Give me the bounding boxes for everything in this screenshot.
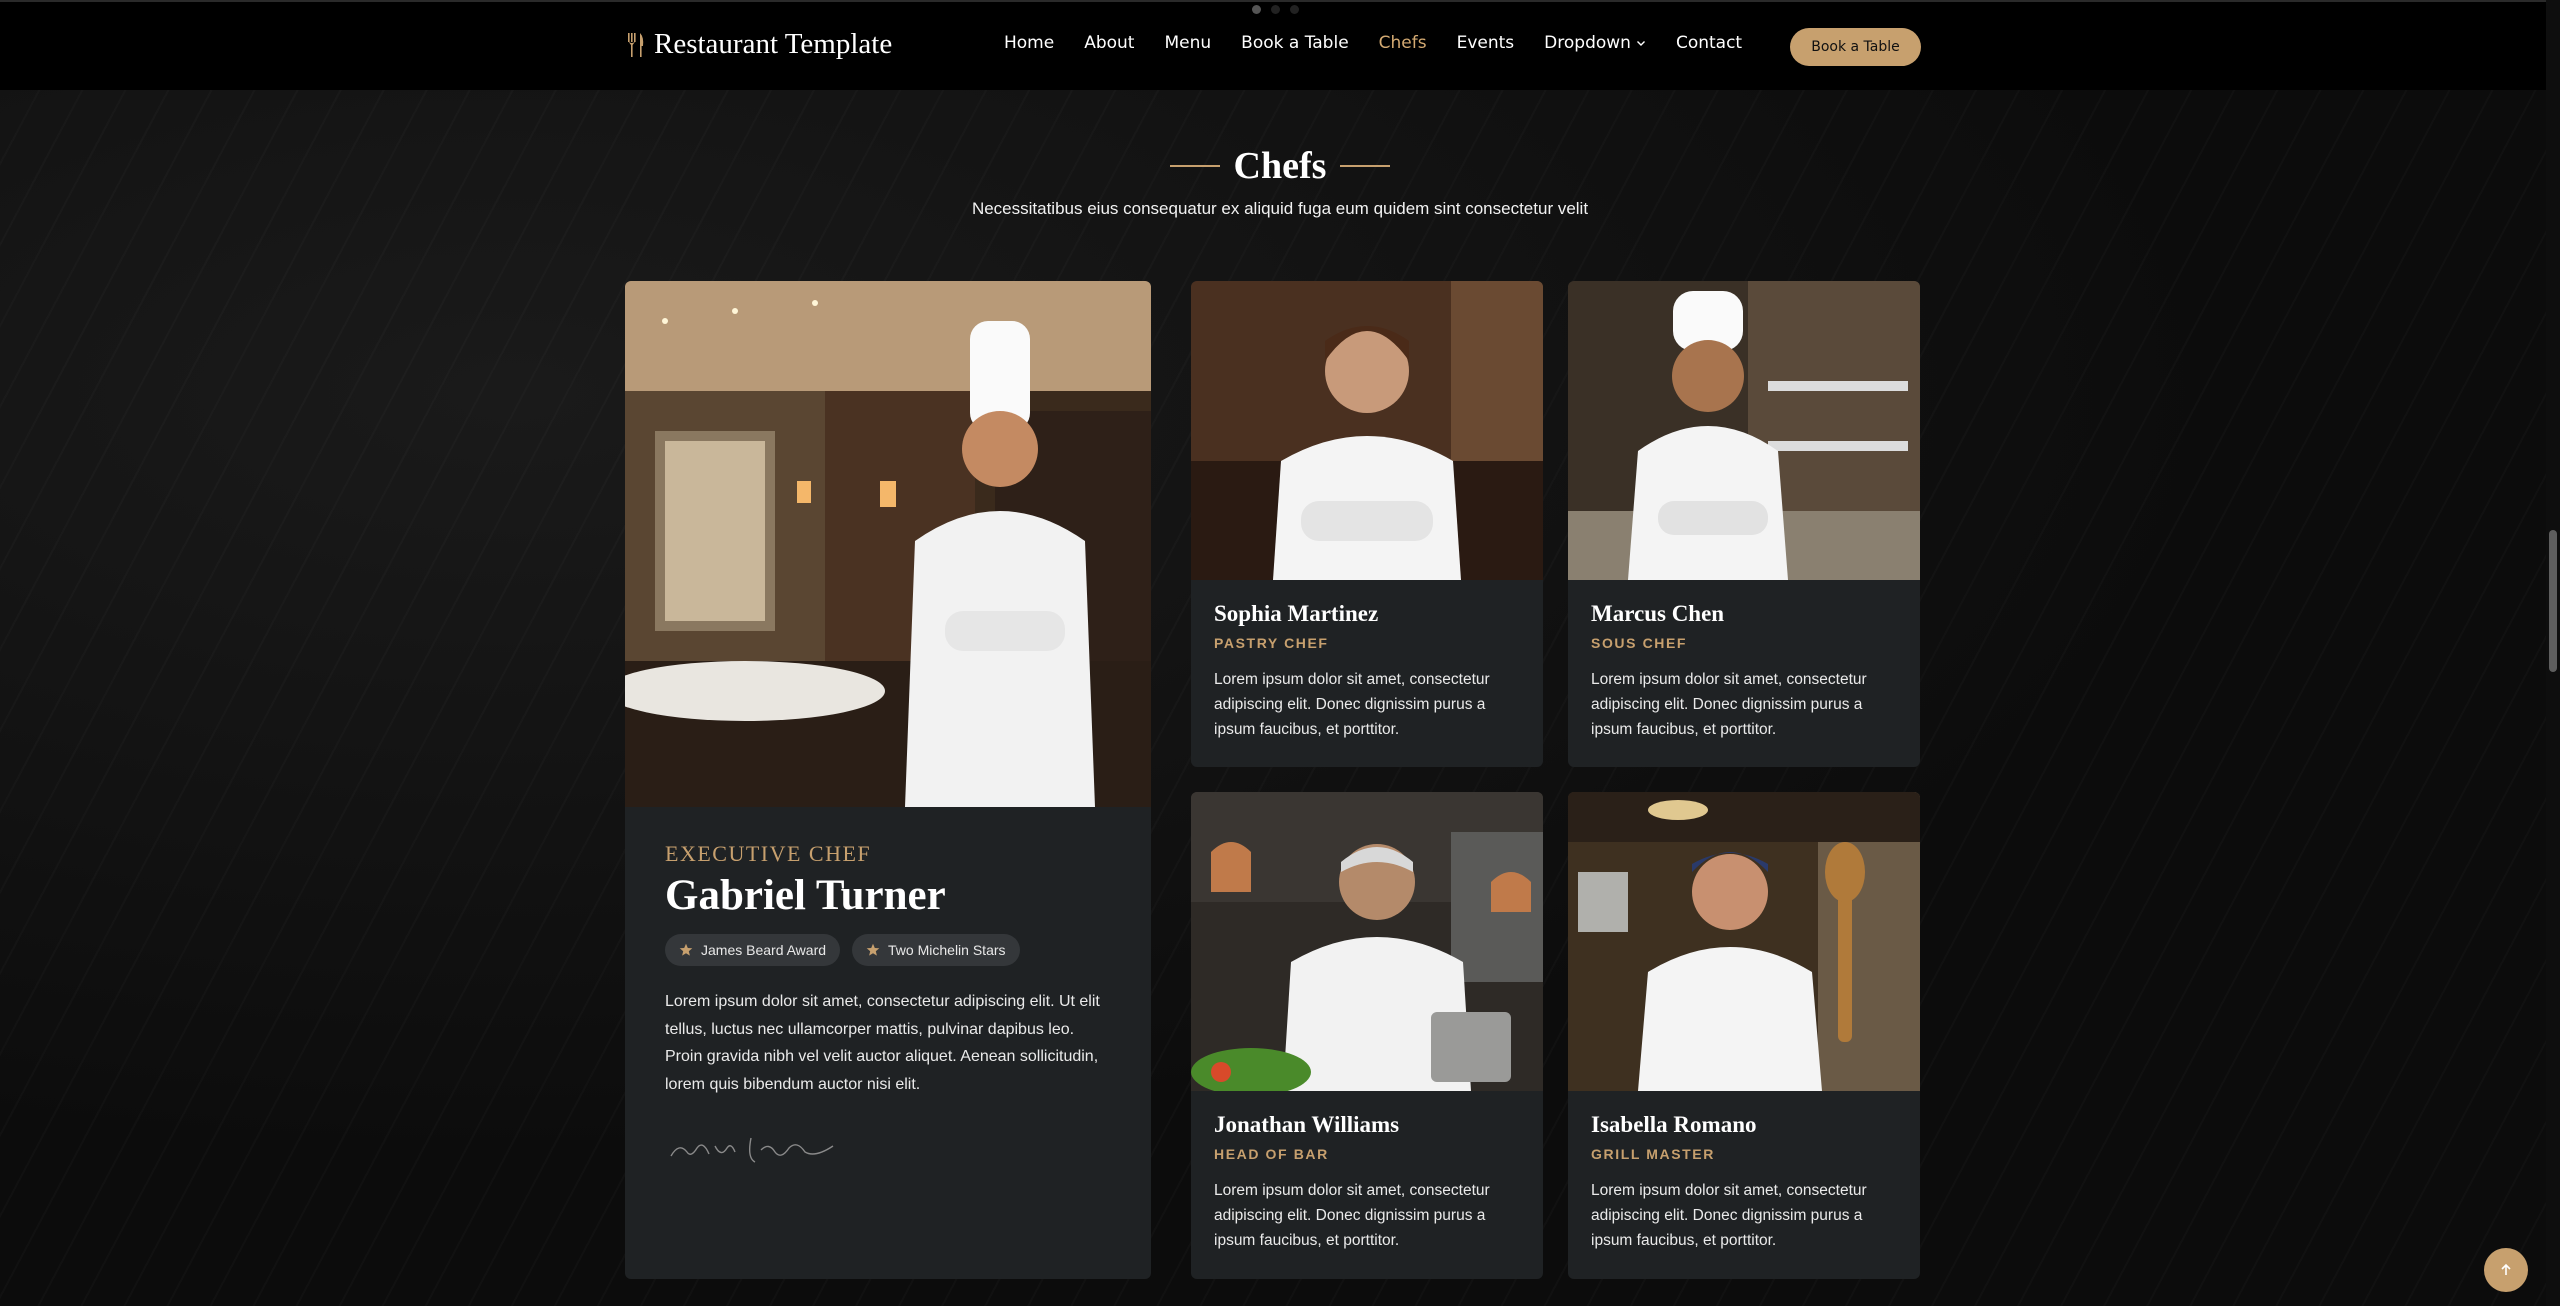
chef-role: PASTRY CHEF [1214,635,1329,651]
star-icon [866,943,880,956]
scrollbar-thumb[interactable] [2549,530,2557,672]
carousel-dot[interactable] [1290,5,1299,14]
star-icon [679,943,693,956]
chef-name: Jonathan Williams [1214,1112,1400,1137]
award-badge-label: Two Michelin Stars [888,942,1006,958]
award-badge: Two Michelin Stars [852,934,1020,966]
main-nav: Home About Menu Book a Table Chefs Event… [1004,33,1772,53]
chef-info: Isabella Romano GRILL MASTER Lorem ipsum… [1591,1112,1900,1253]
chef-card: Sophia Martinez PASTRY CHEF Lorem ipsum … [1191,281,1543,767]
carousel-dot[interactable] [1271,5,1280,14]
chef-info: Sophia Martinez PASTRY CHEF Lorem ipsum … [1214,601,1523,742]
chef-photo [1568,792,1920,1091]
chef-name: Sophia Martinez [1214,601,1379,626]
executive-chef-name: Gabriel Turner [665,872,946,919]
chef-name: Marcus Chen [1591,601,1725,626]
award-badge-label: James Beard Award [701,942,827,958]
nav-chefs[interactable]: Chefs [1379,33,1427,53]
nav-contact[interactable]: Contact [1676,33,1742,53]
award-badges: James Beard Award Two Michelin Stars [665,934,1111,966]
executive-chef-card: EXECUTIVE CHEF Gabriel Turner James Bear… [625,281,1151,1279]
back-to-top-button[interactable] [2484,1248,2528,1292]
chef-description: Lorem ipsum dolor sit amet, consectetur … [1591,1182,1867,1249]
heading-rule-right [1340,165,1391,167]
chef-description: Lorem ipsum dolor sit amet, consectetur … [1214,671,1490,738]
executive-chef-info: EXECUTIVE CHEF Gabriel Turner James Bear… [665,841,1111,1173]
carousel-dot[interactable] [1252,5,1261,14]
award-badge: James Beard Award [665,934,841,966]
section-title: Chefs [1233,145,1327,187]
executive-chef-description: Lorem ipsum dolor sit amet, consectetur … [665,993,1100,1093]
section-subtitle: Necessitatibus eius consequatur ex aliqu… [971,199,1589,218]
chef-card: Jonathan Williams HEAD OF BAR Lorem ipsu… [1191,792,1543,1279]
brand-name: Restaurant Template [654,28,893,60]
arrow-up-icon [2501,1263,2511,1275]
section-heading: Chefs [0,144,2560,188]
nav-home[interactable]: Home [1004,33,1054,53]
nav-about[interactable]: About [1084,33,1134,53]
chef-role: HEAD OF BAR [1214,1146,1329,1162]
chef-role: SOUS CHEF [1591,635,1688,651]
nav-book-a-table[interactable]: Book a Table [1241,33,1349,53]
chef-info: Marcus Chen SOUS CHEF Lorem ipsum dolor … [1591,601,1900,742]
executive-chef-role: EXECUTIVE CHEF [665,841,872,866]
signature-image [670,1137,834,1163]
chef-role: GRILL MASTER [1591,1146,1715,1162]
book-table-button[interactable]: Book a Table [1790,28,1921,66]
nav-dropdown[interactable]: Dropdown [1544,33,1646,53]
chef-photo [1191,792,1543,1091]
brand-logo[interactable]: Restaurant Template [626,28,892,61]
fork-knife-icon [628,32,644,57]
carousel-dots [1252,5,1299,14]
page-scrollbar[interactable] [2546,0,2560,1306]
nav-menu[interactable]: Menu [1164,33,1211,53]
heading-rule-left [1169,165,1220,167]
site-header: Restaurant Template Home About Menu Book… [0,2,2560,90]
chef-photo [1191,281,1543,580]
chef-photo [1568,281,1920,580]
nav-events[interactable]: Events [1457,33,1515,53]
chef-info: Jonathan Williams HEAD OF BAR Lorem ipsu… [1214,1112,1523,1253]
nav-dropdown-label: Dropdown [1544,33,1631,53]
chef-card: Marcus Chen SOUS CHEF Lorem ipsum dolor … [1568,281,1920,767]
chef-name: Isabella Romano [1591,1112,1757,1137]
chef-card: Isabella Romano GRILL MASTER Lorem ipsum… [1568,792,1920,1279]
chevron-down-icon [1636,41,1645,46]
chef-description: Lorem ipsum dolor sit amet, consectetur … [1591,671,1867,738]
executive-chef-photo [625,281,1151,807]
chef-description: Lorem ipsum dolor sit amet, consectetur … [1214,1182,1490,1249]
